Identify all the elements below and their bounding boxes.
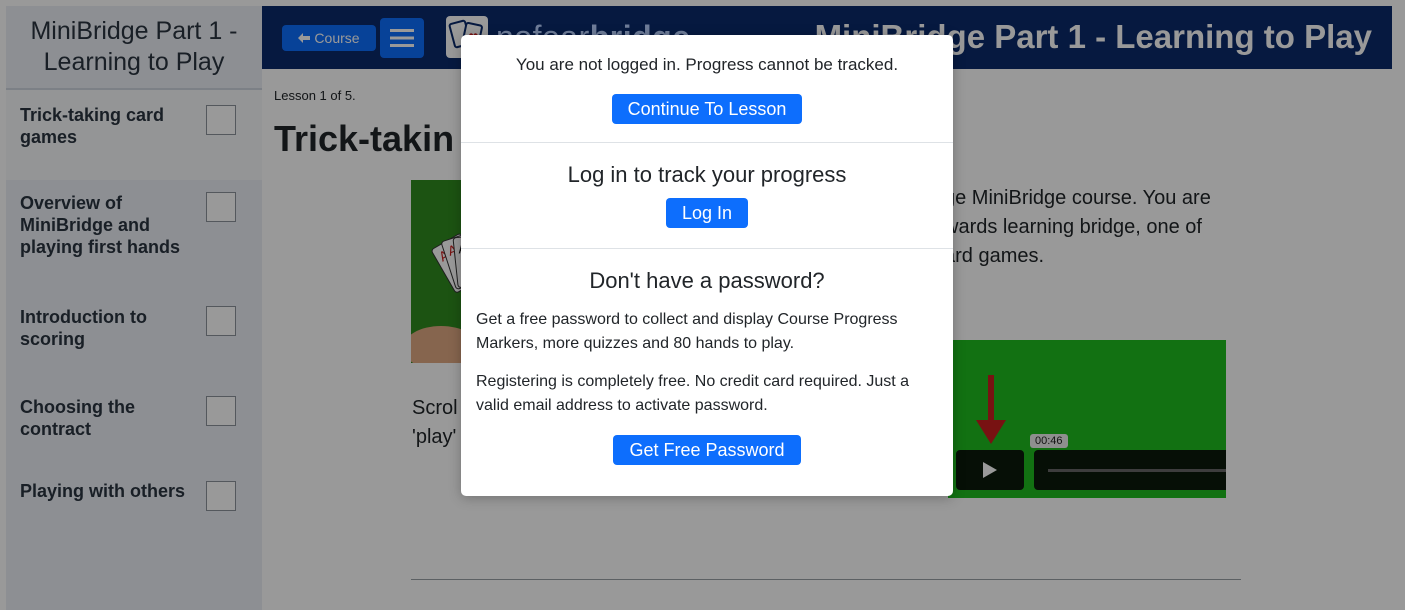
not-logged-in-message: You are not logged in. Progress cannot b… bbox=[515, 55, 899, 74]
password-info-text: Get a free password to collect and displ… bbox=[476, 311, 898, 352]
log-in-button[interactable]: Log In bbox=[665, 198, 749, 228]
get-free-password-button[interactable]: Get Free Password bbox=[613, 435, 801, 465]
register-section: Don't have a password? Get a free passwo… bbox=[461, 249, 953, 496]
register-info-text: Registering is completely free. No credi… bbox=[476, 373, 910, 414]
continue-to-lesson-button[interactable]: Continue To Lesson bbox=[611, 94, 803, 124]
login-prompt-modal: You are not logged in. Progress cannot b… bbox=[461, 35, 953, 496]
login-section: Log in to track your progress Log In bbox=[461, 143, 953, 249]
password-heading: Don't have a password? bbox=[589, 268, 825, 293]
login-heading: Log in to track your progress bbox=[567, 162, 847, 187]
not-logged-in-section: You are not logged in. Progress cannot b… bbox=[461, 35, 953, 143]
